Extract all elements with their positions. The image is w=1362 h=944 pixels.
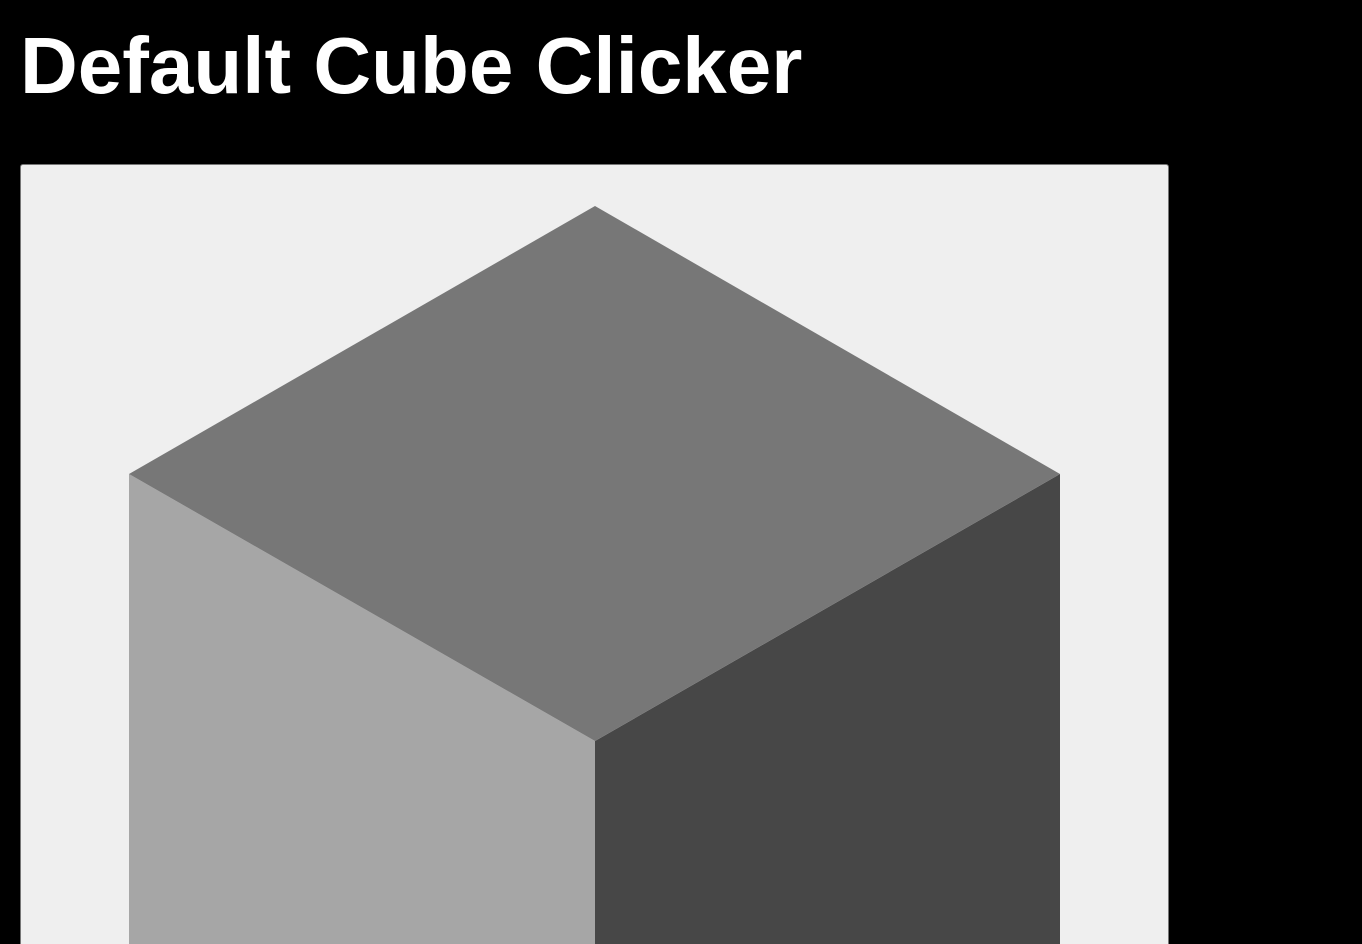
page-title: Default Cube Clicker	[20, 21, 803, 110]
cube-icon	[129, 206, 1060, 944]
page: Default Cube Clicker	[0, 0, 1362, 944]
cube-click-button[interactable]	[20, 164, 1169, 944]
